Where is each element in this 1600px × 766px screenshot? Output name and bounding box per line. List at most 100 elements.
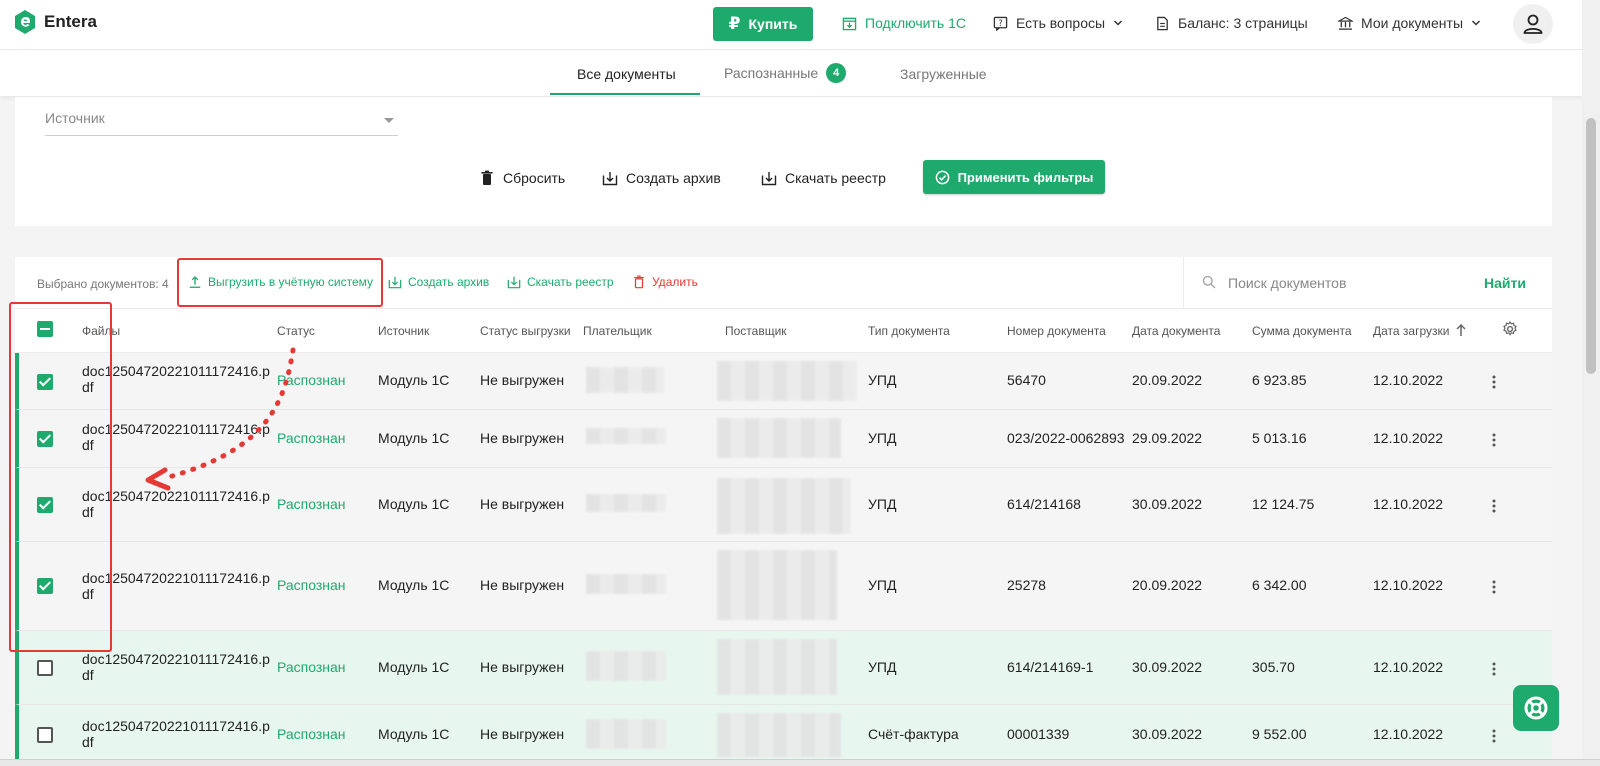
- more-vert-icon[interactable]: [1492, 499, 1496, 513]
- questions-menu[interactable]: ? Есть вопросы: [993, 15, 1123, 31]
- table-row[interactable]: doc12504720221011172416.pdf Распознан Мо…: [15, 353, 1552, 410]
- download-registry-button[interactable]: Скачать реестр: [507, 275, 614, 289]
- logo[interactable]: Entera: [14, 10, 97, 34]
- status-text: Распознан: [277, 726, 346, 742]
- column-header-upload-date[interactable]: Дата загрузки: [1373, 324, 1449, 338]
- doc-number-text: 00001339: [1007, 726, 1070, 742]
- export-to-accounting-button[interactable]: Выгрузить в учётную систему: [188, 275, 373, 289]
- bank-icon: [1338, 16, 1353, 30]
- column-header-amount[interactable]: Сумма документа: [1252, 324, 1352, 338]
- table-row[interactable]: doc12504720221011172416.pdf Распознан Мо…: [15, 631, 1552, 705]
- payer-redacted: [586, 367, 664, 393]
- search-button[interactable]: Найти: [1484, 275, 1526, 291]
- balance-label: Баланс: 3 страницы: [1178, 15, 1308, 31]
- source-text: Модуль 1С: [378, 726, 450, 742]
- doc-type-text: УПД: [868, 372, 897, 388]
- doc-type-text: УПД: [868, 659, 897, 675]
- delete-button[interactable]: Удалить: [632, 275, 698, 289]
- scrollbar-thumb[interactable]: [1586, 118, 1596, 374]
- row-checkbox[interactable]: [37, 497, 53, 513]
- check-circle-icon: [935, 170, 949, 184]
- column-header-files[interactable]: Файлы: [82, 324, 120, 338]
- document-icon: [1157, 16, 1168, 30]
- column-header-doc-type[interactable]: Тип документа: [868, 324, 950, 338]
- search-input[interactable]: [1228, 271, 1468, 295]
- doc-number-text: 614/214168: [1007, 496, 1081, 512]
- more-vert-icon[interactable]: [1492, 662, 1496, 676]
- user-avatar[interactable]: [1513, 4, 1553, 44]
- source-select[interactable]: Источник: [45, 110, 398, 136]
- download-registry-button[interactable]: Скачать реестр: [761, 170, 886, 186]
- tab-recognized[interactable]: Распознанные 4: [724, 63, 847, 83]
- row-checkbox[interactable]: [37, 727, 53, 743]
- support-button[interactable]: [1513, 685, 1559, 731]
- svg-text:?: ?: [998, 17, 1002, 27]
- page-scrollbar[interactable]: [1582, 0, 1600, 766]
- balance-link[interactable]: Баланс: 3 страницы: [1155, 15, 1308, 31]
- export-status-text: Не выгружен: [480, 496, 565, 512]
- export-status-text: Не выгружен: [480, 659, 565, 675]
- row-checkbox[interactable]: [37, 374, 53, 390]
- chevron-down-icon: [1471, 20, 1481, 26]
- table-row[interactable]: doc12504720221011172416.pdf Распознан Мо…: [15, 410, 1552, 468]
- doc-number-text: 56470: [1007, 372, 1046, 388]
- tab-label: Загруженные: [900, 66, 987, 82]
- doc-number-text: 023/2022-0062893: [1007, 430, 1125, 446]
- column-header-supplier[interactable]: Поставщик: [725, 324, 787, 338]
- column-header-export-status[interactable]: Статус выгрузки: [480, 324, 571, 338]
- connect-1c-link[interactable]: Подключить 1С: [842, 15, 966, 31]
- table-row[interactable]: doc12504720221011172416.pdf Распознан Мо…: [15, 468, 1552, 542]
- amount-text: 6 923.85: [1252, 372, 1307, 388]
- lifebuoy-icon: [1524, 696, 1548, 720]
- column-header-status[interactable]: Статус: [277, 324, 315, 338]
- table-row[interactable]: doc12504720221011172416.pdf Распознан Мо…: [15, 542, 1552, 631]
- more-vert-icon[interactable]: [1492, 433, 1496, 447]
- more-vert-icon[interactable]: [1492, 580, 1496, 594]
- row-checkbox[interactable]: [37, 660, 53, 676]
- tab-all-documents[interactable]: Все документы: [577, 66, 676, 82]
- file-name[interactable]: doc12504720221011172416.pdf: [82, 651, 277, 683]
- supplier-redacted: [717, 478, 851, 534]
- source-text: Модуль 1С: [378, 577, 450, 593]
- my-documents-menu[interactable]: Мои документы: [1338, 15, 1481, 31]
- file-name[interactable]: doc12504720221011172416.pdf: [82, 488, 277, 520]
- create-archive-button[interactable]: Создать архив: [602, 170, 721, 186]
- apply-filters-button[interactable]: Применить фильтры: [923, 160, 1105, 194]
- entera-logo-icon: [15, 10, 35, 34]
- doc-date-text: 20.09.2022: [1132, 372, 1203, 388]
- export-status-text: Не выгружен: [480, 372, 565, 388]
- column-header-doc-number[interactable]: Номер документа: [1007, 324, 1106, 338]
- reset-filters-button[interactable]: Сбросить: [479, 170, 565, 186]
- column-header-payer[interactable]: Плательщик: [583, 324, 652, 338]
- selected-count: Выбрано документов: 4: [37, 277, 169, 291]
- row-checkbox[interactable]: [37, 578, 53, 594]
- upload-icon: [189, 276, 201, 288]
- column-header-source[interactable]: Источник: [378, 324, 429, 338]
- doc-date-text: 30.09.2022: [1132, 659, 1203, 675]
- export-label: Выгрузить в учётную систему: [208, 275, 374, 289]
- file-name[interactable]: doc12504720221011172416.pdf: [82, 421, 277, 453]
- create-archive-button[interactable]: Создать архив: [388, 275, 489, 289]
- sort-arrow-up-icon[interactable]: [1455, 323, 1467, 337]
- gear-icon[interactable]: [1502, 321, 1518, 337]
- row-checkbox[interactable]: [37, 431, 53, 447]
- more-vert-icon[interactable]: [1492, 729, 1496, 743]
- column-header-doc-date[interactable]: Дата документа: [1132, 324, 1220, 338]
- tab-uploaded[interactable]: Загруженные: [900, 66, 987, 82]
- upload-date-text: 12.10.2022: [1373, 577, 1444, 593]
- more-vert-icon[interactable]: [1492, 375, 1496, 389]
- create-archive-label: Создать архив: [408, 275, 490, 289]
- table-row[interactable]: doc12504720221011172416.pdf Распознан Мо…: [15, 705, 1552, 766]
- file-name[interactable]: doc12504720221011172416.pdf: [82, 570, 277, 602]
- file-name[interactable]: doc12504720221011172416.pdf: [82, 718, 277, 750]
- chevron-down-icon: [1114, 20, 1123, 26]
- select-all-checkbox[interactable]: [37, 321, 53, 337]
- file-name[interactable]: doc12504720221011172416.pdf: [82, 363, 277, 395]
- upload-date-text: 12.10.2022: [1373, 659, 1444, 675]
- amount-text: 9 552.00: [1252, 726, 1307, 742]
- source-placeholder: Источник: [45, 110, 105, 126]
- buy-button[interactable]: ₽ Купить: [713, 7, 813, 41]
- app-name: Entera: [44, 12, 97, 31]
- my-documents-label: Мои документы: [1361, 15, 1464, 31]
- amount-text: 5 013.16: [1252, 430, 1307, 446]
